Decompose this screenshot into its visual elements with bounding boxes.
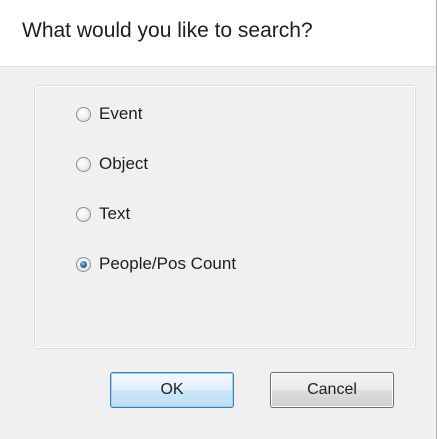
radio-option-text[interactable]: Text (76, 200, 130, 228)
radio-option-people-pos-count[interactable]: People/Pos Count (76, 250, 236, 278)
radio-option-event[interactable]: Event (76, 100, 142, 128)
dialog-title: What would you like to search? (22, 19, 313, 42)
search-type-dialog: What would you like to search? Event Obj… (0, 0, 437, 439)
radio-button-unchecked-icon[interactable] (76, 156, 91, 172)
radio-button-checked-icon[interactable] (76, 256, 91, 272)
radio-button-unchecked-icon[interactable] (76, 206, 91, 222)
radio-option-object[interactable]: Object (76, 150, 148, 178)
radio-button-unchecked-icon[interactable] (76, 106, 91, 122)
cancel-button[interactable]: Cancel (270, 372, 394, 408)
radio-label-object[interactable]: Object (99, 154, 148, 174)
ok-button[interactable]: OK (110, 372, 234, 408)
radio-label-text[interactable]: Text (99, 204, 130, 224)
dialog-header: What would you like to search? (0, 0, 436, 67)
radio-label-people-pos-count[interactable]: People/Pos Count (99, 254, 236, 274)
radio-label-event[interactable]: Event (99, 104, 142, 124)
